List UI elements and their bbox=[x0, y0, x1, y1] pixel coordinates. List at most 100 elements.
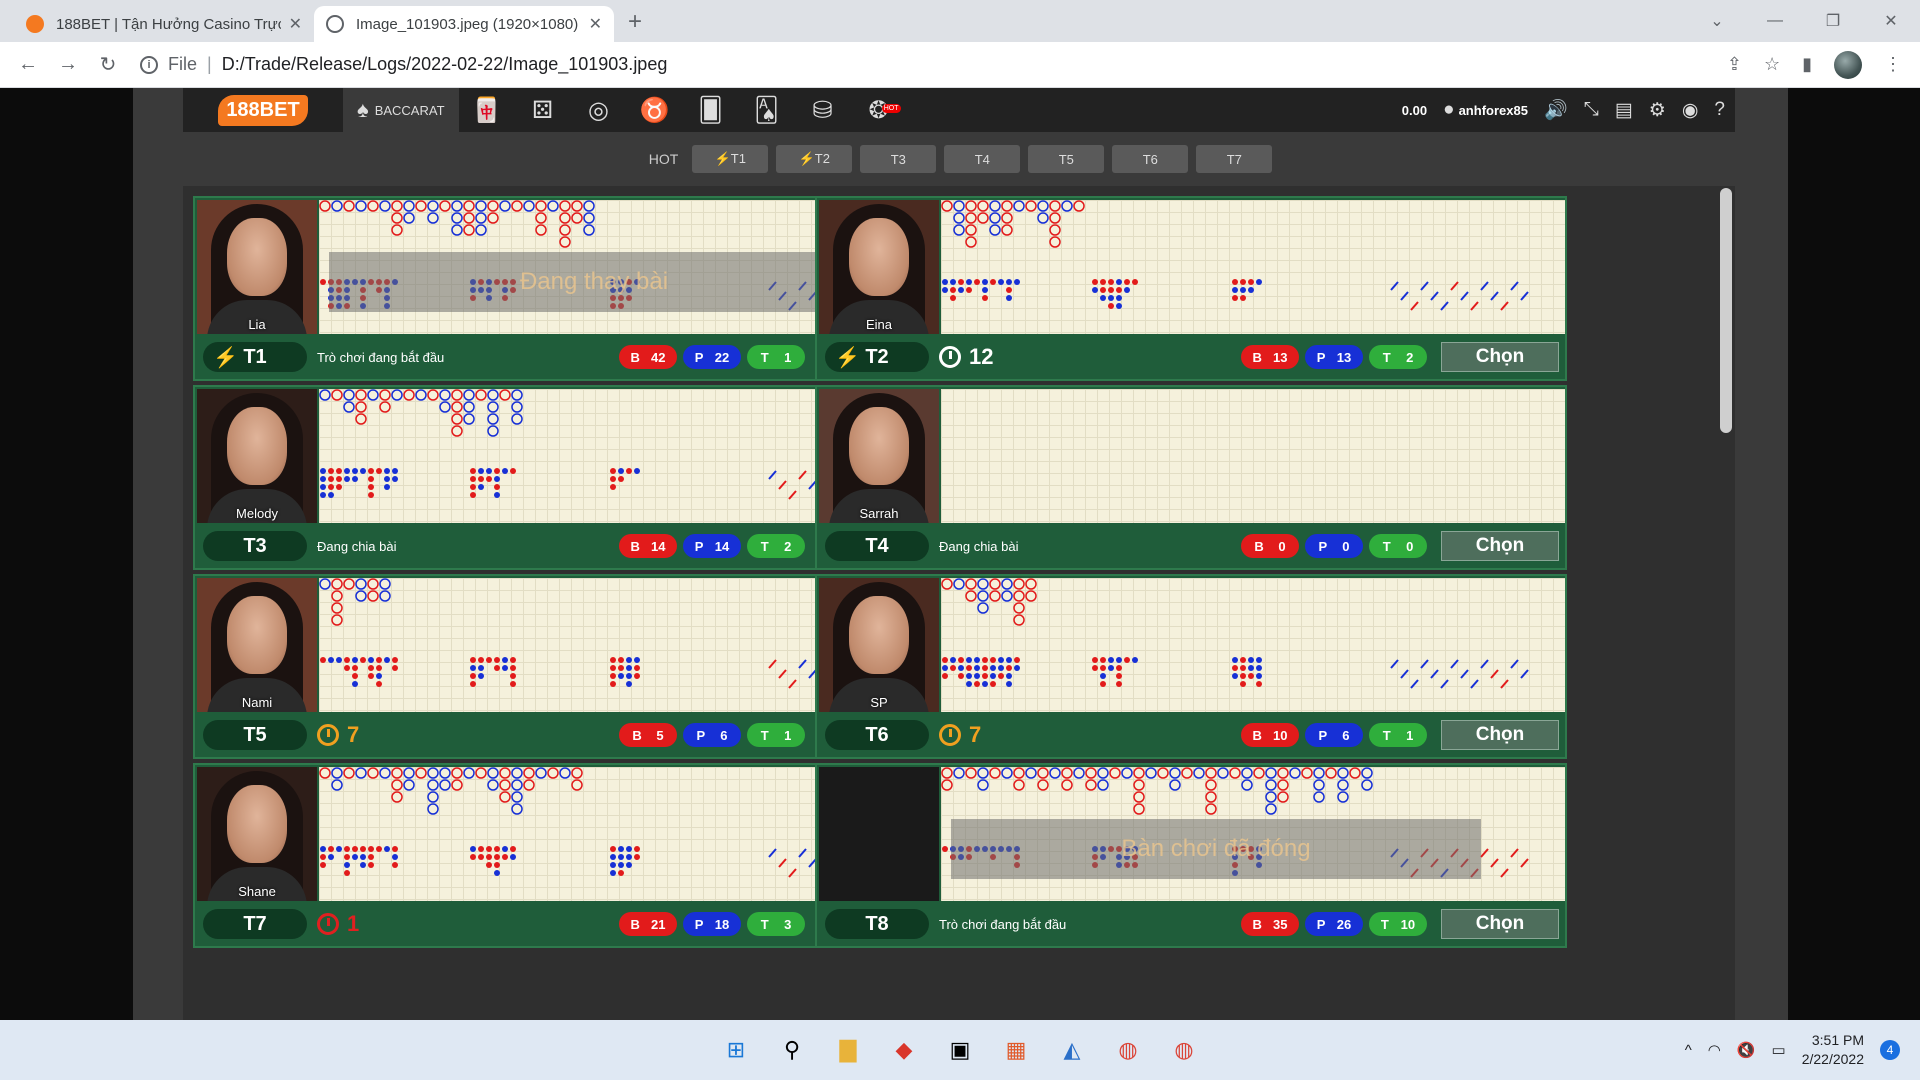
poker-chips-icon[interactable]: ⛁ bbox=[795, 88, 851, 132]
derived-road-dot bbox=[634, 673, 640, 679]
player-mark bbox=[1121, 767, 1133, 779]
new-tab-button[interactable]: + bbox=[628, 8, 642, 36]
tie-value: 1 bbox=[784, 349, 792, 365]
188bet-logo[interactable]: 188BET bbox=[183, 88, 343, 132]
banker-value: 14 bbox=[650, 538, 666, 554]
dealer-video: Nami bbox=[197, 578, 317, 712]
derived-road-dot bbox=[1132, 657, 1138, 663]
player-mark bbox=[1097, 779, 1109, 791]
dragon-tiger-icon[interactable]: 🀄 bbox=[459, 88, 515, 132]
filter-t4[interactable]: T4 bbox=[944, 145, 1021, 173]
derived-road-dot bbox=[470, 846, 476, 852]
derived-road-dot bbox=[1100, 295, 1106, 301]
derived-road-dot bbox=[344, 665, 350, 671]
profile-avatar[interactable] bbox=[1834, 50, 1862, 79]
player-value: 18 bbox=[714, 916, 730, 932]
file-explorer-icon[interactable]: ▇ bbox=[832, 1034, 864, 1066]
banker-mark bbox=[1049, 212, 1061, 224]
filter-t1[interactable]: ⚡T1 bbox=[692, 145, 769, 173]
nav-baccarat[interactable]: ♠ BACCARAT bbox=[343, 88, 459, 132]
filter-t5[interactable]: T5 bbox=[1028, 145, 1105, 173]
derived-road-dot bbox=[478, 846, 484, 852]
minimize-icon[interactable]: — bbox=[1746, 12, 1804, 30]
browser-tab-188bet[interactable]: 188BET | Tận Hưởng Casino Trực ✕ bbox=[14, 6, 314, 42]
restore-icon[interactable]: ❐ bbox=[1804, 11, 1862, 31]
filter-t2[interactable]: ⚡T2 bbox=[776, 145, 853, 173]
fantan-icon[interactable]: 🂠 bbox=[683, 88, 739, 132]
table-card-t8[interactable]: Bàn chơi đã đóng T8 Trò chơi đang bắt đầu B… bbox=[815, 763, 1567, 948]
choose-button[interactable]: Chọn bbox=[1441, 342, 1559, 372]
bookmark-star-icon[interactable]: ☆ bbox=[1764, 54, 1780, 75]
filter-t6[interactable]: T6 bbox=[1112, 145, 1189, 173]
player-mark bbox=[463, 401, 475, 413]
derived-road-dot bbox=[320, 854, 326, 860]
reload-icon[interactable]: ↻ bbox=[88, 52, 128, 77]
player-mark bbox=[953, 767, 965, 779]
derived-road-dot bbox=[384, 476, 390, 482]
chrome-icon[interactable]: ◍ bbox=[1112, 1034, 1144, 1066]
filter-t7[interactable]: T7 bbox=[1196, 145, 1273, 173]
table-card-t4[interactable]: Sarrah T4 Đang chia bài B 0 P 0 T 0 Chọn bbox=[815, 385, 1567, 570]
lottery-icon[interactable]: ❂ HOT bbox=[851, 88, 907, 132]
table-card-t6[interactable]: SP T6 7 B 10 P 6 T 1 Chọn bbox=[815, 574, 1567, 759]
user-info[interactable]: ● anhforex85 bbox=[1443, 99, 1528, 121]
notification-badge[interactable]: 4 bbox=[1880, 1040, 1900, 1060]
player-mark bbox=[427, 791, 439, 803]
url-field[interactable]: i File | D:/Trade/Release/Logs/2022-02-2… bbox=[140, 54, 1727, 75]
derived-road-dot bbox=[1014, 279, 1020, 285]
photos-icon[interactable]: ◭ bbox=[1056, 1034, 1088, 1066]
menu-icon[interactable]: ⋮ bbox=[1884, 54, 1902, 75]
choose-button[interactable]: Chọn bbox=[1441, 720, 1559, 750]
battery-icon[interactable]: ▭ bbox=[1772, 1041, 1786, 1059]
side-panel-icon[interactable]: ▮ bbox=[1802, 54, 1812, 75]
filter-t3[interactable]: T3 bbox=[860, 145, 937, 173]
derived-road-dot bbox=[478, 657, 484, 663]
derived-road-dot bbox=[958, 287, 964, 293]
history-icon[interactable]: ▤ bbox=[1615, 99, 1633, 122]
app-red-icon[interactable]: ◆ bbox=[888, 1034, 920, 1066]
forward-icon[interactable]: → bbox=[48, 53, 88, 76]
derived-road-dot bbox=[618, 476, 624, 482]
scrollbar[interactable] bbox=[1720, 188, 1732, 433]
wifi-icon[interactable]: ◠ bbox=[1708, 1041, 1721, 1059]
close-icon[interactable]: ✕ bbox=[289, 14, 302, 34]
info-icon[interactable]: i bbox=[140, 55, 158, 74]
tab-search-icon[interactable]: ⌄ bbox=[1688, 11, 1746, 31]
chrome-icon-2[interactable]: ◍ bbox=[1168, 1034, 1200, 1066]
derived-road-dot bbox=[1124, 279, 1130, 285]
choose-button[interactable]: Chọn bbox=[1441, 909, 1559, 939]
app-colorful-icon[interactable]: ▦ bbox=[1000, 1034, 1032, 1066]
clock[interactable]: 3:51 PM 2/22/2022 bbox=[1802, 1031, 1864, 1069]
banker-mark bbox=[1229, 767, 1241, 779]
chevron-up-icon[interactable]: ^ bbox=[1685, 1042, 1692, 1059]
windows-start-icon[interactable]: ⊞ bbox=[720, 1034, 752, 1066]
chat-icon[interactable]: ◉ bbox=[1682, 99, 1699, 122]
help-icon[interactable]: ? bbox=[1714, 99, 1725, 121]
derived-road-dot bbox=[942, 673, 948, 679]
settings-gear-icon[interactable]: ⚙ bbox=[1649, 99, 1666, 122]
table-name: T7 bbox=[203, 909, 307, 939]
choose-button[interactable]: Chọn bbox=[1441, 531, 1559, 561]
fullscreen-icon[interactable]: ⤡ bbox=[1584, 99, 1599, 121]
table-info-bar: T6 7 B 10 P 6 T 1 Chọn bbox=[819, 715, 1563, 755]
cards-icon[interactable]: 🂡 bbox=[739, 88, 795, 132]
browser-tab-image[interactable]: Image_101903.jpeg (1920×1080) ✕ bbox=[314, 6, 614, 42]
derived-road-dot bbox=[392, 854, 398, 860]
sicbo-icon[interactable]: ⚄ bbox=[515, 88, 571, 132]
volume-muted-icon[interactable]: 🔇 bbox=[1737, 1041, 1756, 1059]
table-card-t2[interactable]: Eina ⚡ T2 12 B 13 P 13 T 2 Chọn bbox=[815, 196, 1567, 381]
app-window-icon[interactable]: ▣ bbox=[944, 1034, 976, 1066]
sound-icon[interactable]: 🔊 bbox=[1544, 98, 1568, 122]
back-icon[interactable]: ← bbox=[8, 53, 48, 76]
derived-road-dot bbox=[336, 484, 342, 490]
dealer-name: Lia bbox=[248, 317, 266, 332]
close-window-icon[interactable]: ✕ bbox=[1862, 11, 1920, 31]
bull-icon[interactable]: ♉ bbox=[627, 88, 683, 132]
banker-mark bbox=[1253, 767, 1265, 779]
logo-text: 188BET bbox=[218, 94, 308, 126]
tie-value: 2 bbox=[784, 538, 792, 554]
roulette-icon[interactable]: ◎ bbox=[571, 88, 627, 132]
share-icon[interactable]: ⇪ bbox=[1727, 54, 1742, 75]
close-icon[interactable]: ✕ bbox=[589, 14, 602, 34]
search-icon[interactable]: ⚲ bbox=[776, 1034, 808, 1066]
